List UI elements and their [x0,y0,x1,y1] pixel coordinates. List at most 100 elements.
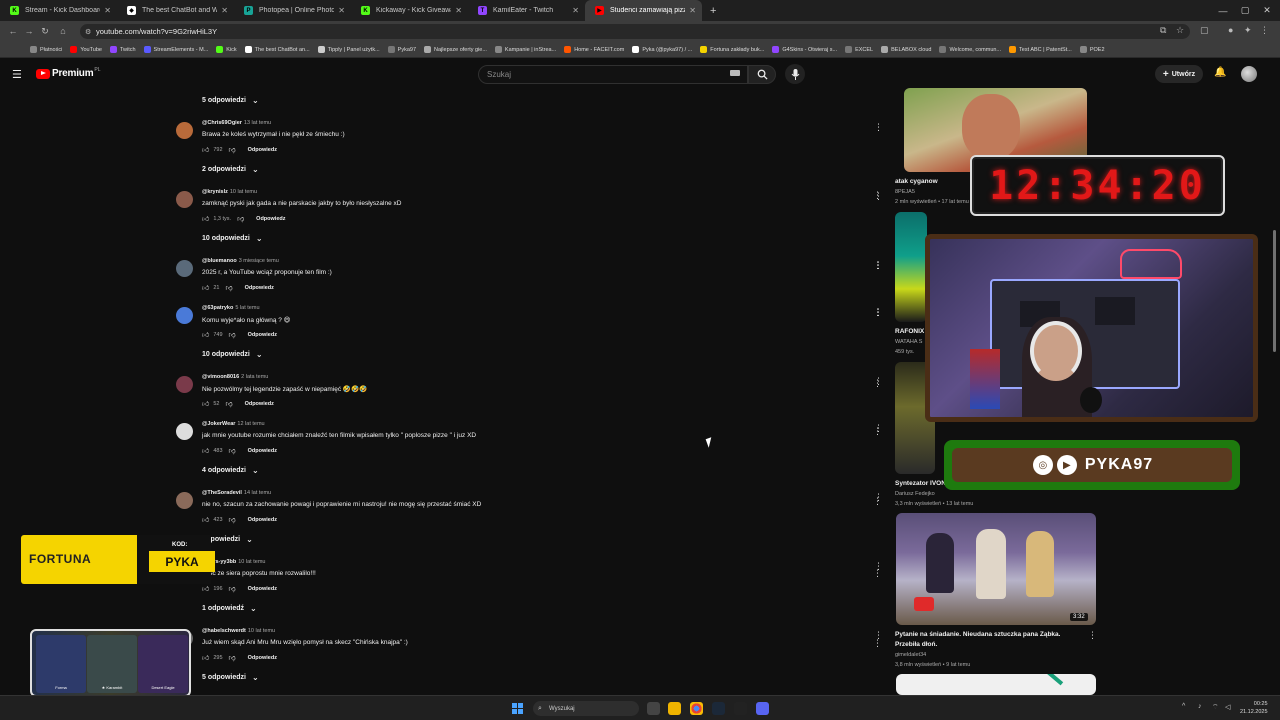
comment-time[interactable]: 5 lat temu [235,305,259,311]
reply-button[interactable]: Odpowiedz [248,655,277,661]
account-avatar[interactable] [1241,66,1257,82]
commenter-avatar[interactable] [176,191,193,208]
dislike-icon[interactable]: 👎︎ [229,515,236,524]
keyboard-icon[interactable] [730,70,740,76]
tray-arrow-icon[interactable]: ^ [1182,703,1185,710]
like-icon[interactable]: 👍︎ [202,653,209,662]
video-title[interactable]: Syntezator IVONA [895,480,951,487]
comment-time[interactable]: 2 lata temu [241,374,268,380]
like-icon[interactable]: 👍︎ [202,214,209,223]
comment-time[interactable]: 14 lat temu [244,490,271,496]
bookmark-item[interactable]: Pyka (@pyka97) / ... [632,46,692,53]
commenter-avatar[interactable] [176,376,193,393]
voice-search-button[interactable] [785,64,805,84]
volume-icon[interactable]: ◁ [1225,703,1230,711]
like-icon[interactable]: 👍︎ [202,515,209,524]
dislike-icon[interactable]: 👎︎ [229,653,236,662]
reply-button[interactable]: Odpowiedz [256,216,285,222]
reply-button[interactable]: Odpowiedz [248,448,277,454]
like-icon[interactable]: 👍︎ [202,399,209,408]
discord-icon[interactable] [756,702,769,715]
browser-tab[interactable]: K Stream - Kick Dashboard ✕ [0,0,117,21]
comment-author[interactable]: @vimoon8016 [202,374,239,380]
home-icon[interactable]: ⌂ [54,26,72,36]
video-more-icon[interactable]: ⋮ [873,426,882,437]
bookmark-item[interactable]: Tipply | Panel użytk... [317,46,380,53]
like-icon[interactable]: 👍︎ [202,283,209,292]
bookmark-item[interactable]: POE2 [1079,46,1105,53]
search-input[interactable]: Szukaj [478,65,748,84]
install-icon[interactable]: ⧉ [1160,25,1166,36]
extensions-icon[interactable]: ▢ [1200,25,1209,36]
video-more-icon[interactable]: ⋮ [873,496,882,507]
tab-close-icon[interactable]: ✕ [689,6,696,15]
view-replies-button[interactable]: 2 odpowiedzi ⌄ [202,165,259,174]
bookmark-item[interactable]: Najlepsze oferty gie... [424,46,487,53]
comment-time[interactable]: 10 lat temu [230,189,257,195]
bookmark-item[interactable]: Pyka97 [387,46,416,53]
video-more-icon[interactable]: ⋮ [873,307,882,318]
tab-close-icon[interactable]: ✕ [455,6,462,15]
task-view-icon[interactable] [647,702,660,715]
like-icon[interactable]: 👍︎ [202,446,209,455]
browser-tab[interactable]: K Kickaway - Kick Giveaway Tool ✕ [351,0,468,21]
obs-icon[interactable] [734,702,747,715]
video-title[interactable]: atak cyganow [895,178,938,185]
reply-button[interactable]: Odpowiedz [245,401,274,407]
comment-time[interactable]: 13 lat temu [244,120,271,126]
commenter-avatar[interactable] [176,122,193,139]
bookmark-item[interactable]: YouTube [70,46,102,53]
browser-tab[interactable]: T KamilEater - Twitch ✕ [468,0,585,21]
wifi-icon[interactable]: ⌔ [1212,703,1219,712]
chrome-icon[interactable] [690,702,703,715]
like-icon[interactable]: 👍︎ [202,584,209,593]
view-replies-button[interactable]: 10 odpowiedzi ⌄ [202,234,263,243]
comment-author[interactable]: @TheSoradevil [202,490,242,496]
video-channel[interactable]: WATAHA S [895,339,922,345]
browser-tab[interactable]: ◆ The best ChatBot and Widgets✕ [117,0,234,21]
video-channel[interactable]: gimeldalet34 [895,652,926,658]
like-icon[interactable]: 👍︎ [202,330,209,339]
create-button[interactable]: + Utwórz [1155,65,1203,83]
bookmark-item[interactable]: The best ChatBot an... [244,46,310,53]
page-scrollbar[interactable] [1273,230,1276,352]
bookmark-item[interactable]: Twitch [109,46,136,53]
tab-close-icon[interactable]: ✕ [338,6,345,15]
commenter-avatar[interactable] [176,423,193,440]
comment-author[interactable]: @JokerWear [202,421,235,427]
comment-time[interactable]: 10 lat temu [248,628,275,634]
bookmark-item[interactable]: Welcome, commun... [939,46,1001,53]
like-icon[interactable]: 👍︎ [202,145,209,154]
menu-dots-icon[interactable]: ⋮ [1260,25,1269,36]
bookmark-item[interactable]: Home - FACEIT.com [564,46,624,53]
bookmark-item[interactable]: G4Skins - Otwieraj s... [772,46,837,53]
hamburger-menu-icon[interactable]: ☰ [12,68,22,81]
browser-tab[interactable]: P Photopea | Online Photo Editor✕ [234,0,351,21]
tray-mic-icon[interactable]: ♪ [1198,703,1202,710]
commenter-avatar[interactable] [176,492,193,509]
video-channel[interactable]: Dariusz Fedejko [895,491,935,497]
video-title[interactable]: Pytanie na śniadanie. Nieudana sztuczka … [895,630,1085,650]
extension-puzzle-icon[interactable]: ✦ [1244,25,1252,36]
video-more-icon[interactable]: ⋮ [873,260,882,271]
bookmark-star-icon[interactable]: ☆ [1176,25,1184,36]
video-channel[interactable]: 8PEJA5 [895,189,915,195]
bookmark-item[interactable]: BELABOX cloud [881,46,931,53]
dislike-icon[interactable]: 👎︎ [229,446,236,455]
youtube-logo[interactable]: Premium PL [36,67,101,79]
view-replies-button[interactable]: 5 odpowiedzi ⌄ [202,673,259,682]
notifications-bell-icon[interactable]: 🔔 [1214,67,1226,78]
dislike-icon[interactable]: 👎︎ [225,399,232,408]
video-more-icon[interactable]: ⋮ [1088,630,1097,641]
comment-author[interactable]: @63patryko [202,305,233,311]
bookmark-item[interactable]: Kick [216,46,237,53]
browser-tab[interactable]: ▶ Studenci zamawiają pizzę w pr...✕ [585,0,702,21]
view-replies-button[interactable]: 10 odpowiedzi ⌄ [202,350,263,359]
bookmark-item[interactable]: Kampanie | inStrea... [494,46,556,53]
tab-close-icon[interactable]: ✕ [572,6,579,15]
dislike-icon[interactable]: 👎︎ [229,330,236,339]
steam-icon[interactable] [712,702,725,715]
view-replies-button[interactable]: 1 odpowiedź ⌄ [202,604,257,613]
dislike-icon[interactable]: 👎︎ [237,214,244,223]
comment-time[interactable]: 10 lat temu [238,559,265,565]
